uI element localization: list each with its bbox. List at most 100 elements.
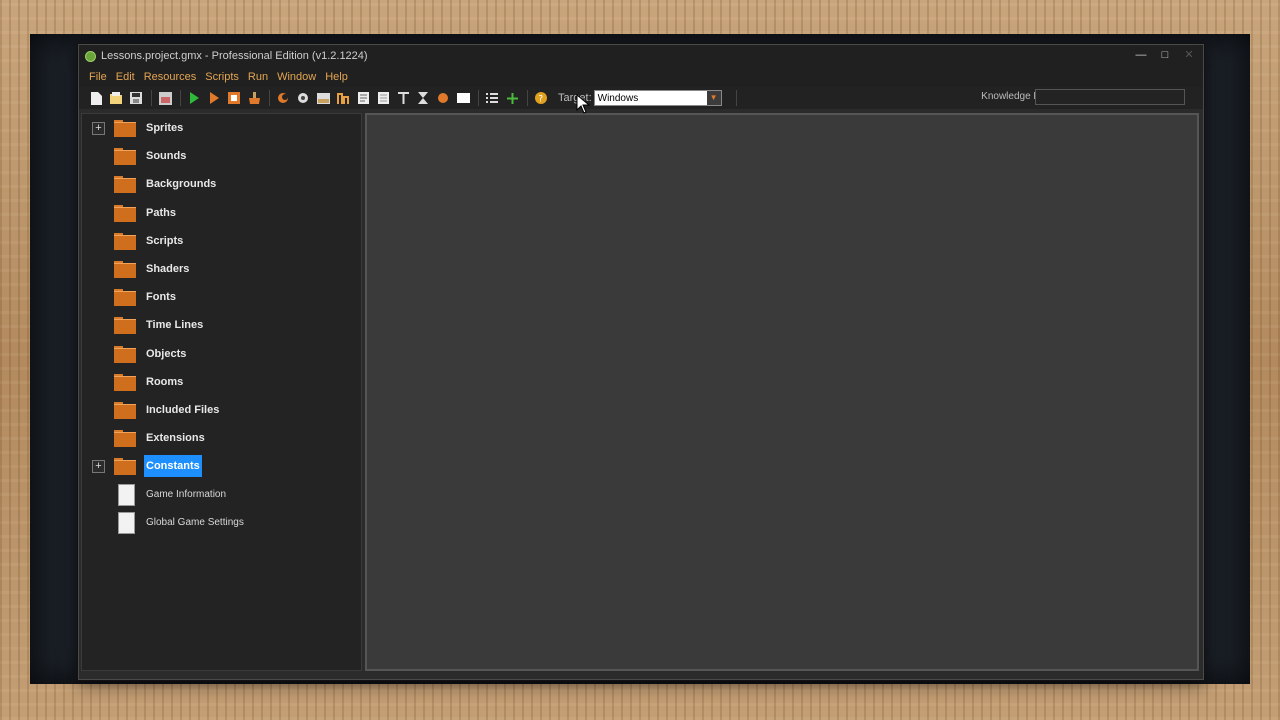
target-select-value: Windows	[597, 92, 639, 104]
tree-item[interactable]: Included Files	[82, 399, 361, 421]
sound-icon[interactable]	[294, 89, 312, 107]
tree-item-label: Game Information	[146, 489, 227, 501]
tree-item-label: Paths	[146, 206, 176, 219]
menu-bar: File Edit Resources Scripts Run Window H…	[79, 67, 1203, 87]
gamemaker-window: Lessons.project.gmx - Professional Editi…	[78, 44, 1204, 680]
game-information-icon[interactable]	[483, 89, 501, 107]
maximize-icon[interactable]: □	[1159, 48, 1171, 62]
toolbar-separator	[527, 90, 528, 106]
menu-scripts[interactable]: Scripts	[205, 71, 239, 83]
folder-icon	[114, 120, 136, 137]
menu-edit[interactable]: Edit	[116, 71, 135, 83]
toolbar-separator	[735, 90, 737, 106]
new-project-icon[interactable]	[87, 89, 105, 107]
tree-item[interactable]: Global Game Settings	[82, 511, 361, 534]
window-controls: — □ ✕	[1135, 48, 1195, 62]
save-project-icon[interactable]	[127, 89, 145, 107]
timeline-icon[interactable]	[414, 89, 432, 107]
info-document-icon	[118, 483, 135, 506]
background-icon[interactable]	[314, 89, 332, 107]
tree-item[interactable]: Rooms	[82, 371, 361, 393]
close-icon[interactable]: ✕	[1183, 48, 1195, 62]
open-project-icon[interactable]	[107, 89, 125, 107]
tree-item-label: Backgrounds	[146, 178, 217, 191]
tree-item[interactable]: Sounds	[82, 145, 361, 167]
tree-item-label: Objects	[146, 347, 187, 360]
tree-item[interactable]: Backgrounds	[82, 173, 361, 195]
run-icon[interactable]	[185, 89, 203, 107]
tree-item-label: Extensions	[146, 432, 205, 445]
folder-icon	[114, 402, 136, 419]
tree-item[interactable]: Extensions	[82, 427, 361, 449]
gamemaker-logo-icon	[85, 50, 96, 62]
tree-item-label: Scripts	[146, 234, 184, 247]
mouse-cursor-icon	[576, 94, 590, 114]
folder-icon	[114, 232, 136, 250]
folder-icon	[114, 289, 136, 307]
tree-item[interactable]: + Sprites	[82, 117, 361, 139]
tree-item-label: Sprites	[146, 122, 184, 134]
menu-window[interactable]: Window	[277, 71, 316, 83]
font-icon[interactable]	[394, 89, 412, 107]
folder-icon	[114, 373, 136, 391]
minimize-icon[interactable]: —	[1135, 48, 1147, 62]
tree-item[interactable]: Fonts	[82, 286, 361, 308]
tree-item-label: Shaders	[146, 263, 190, 275]
room-icon[interactable]	[454, 89, 472, 107]
menu-resources[interactable]: Resources	[144, 71, 197, 83]
tree-item[interactable]: Shaders	[82, 258, 361, 280]
chevron-down-icon[interactable]: ▼	[706, 91, 721, 105]
menu-file[interactable]: File	[89, 71, 107, 83]
window-title: Lessons.project.gmx - Professional Editi…	[101, 50, 368, 62]
tree-item[interactable]: Objects	[82, 343, 361, 365]
tree-item-label: Time Lines	[146, 319, 204, 332]
toolbar-separator	[478, 90, 479, 106]
folder-icon	[114, 458, 136, 476]
script-icon[interactable]	[354, 89, 372, 107]
tree-item-label: Included Files	[146, 404, 220, 416]
shader-icon[interactable]	[374, 89, 392, 107]
tree-item-label: Rooms	[146, 375, 184, 388]
tree-item[interactable]: Scripts	[82, 230, 361, 252]
clean-icon[interactable]	[245, 89, 263, 107]
folder-icon	[114, 261, 136, 278]
tree-item[interactable]: Paths	[82, 202, 361, 224]
settings-document-icon	[118, 511, 135, 534]
folder-icon	[114, 345, 136, 363]
tree-item[interactable]: + Constants	[82, 455, 361, 478]
wood-frame-left	[0, 0, 30, 720]
tree-item[interactable]: Time Lines	[82, 314, 361, 336]
object-icon[interactable]	[434, 89, 452, 107]
folder-icon	[114, 148, 136, 166]
create-executable-icon[interactable]	[156, 89, 174, 107]
tree-item-label: Constants	[144, 455, 202, 478]
folder-icon	[114, 204, 136, 222]
wood-frame-bottom	[0, 682, 1280, 720]
toolbar-separator	[151, 90, 152, 106]
main-workspace	[365, 113, 1199, 671]
folder-icon	[114, 430, 136, 448]
stop-icon[interactable]	[225, 89, 243, 107]
help-icon[interactable]: ?	[532, 89, 550, 107]
sprite-icon[interactable]	[274, 89, 292, 107]
menu-run[interactable]: Run	[248, 71, 268, 83]
expand-icon[interactable]: +	[92, 121, 105, 135]
target-select[interactable]: Windows ▼	[593, 90, 722, 106]
toolbar-separator	[269, 90, 270, 106]
tree-item-label: Sounds	[146, 150, 187, 163]
knowledge-base-input[interactable]	[1035, 89, 1185, 105]
expand-icon[interactable]: +	[92, 459, 105, 473]
folder-icon	[114, 317, 136, 335]
tree-item[interactable]: Game Information	[82, 483, 361, 506]
svg-text:?: ?	[538, 95, 543, 105]
path-icon[interactable]	[334, 89, 352, 107]
menu-help[interactable]: Help	[325, 71, 348, 83]
debug-icon[interactable]	[205, 89, 223, 107]
resource-tree: + Sprites Sounds Backgrounds Paths Scripts Sha…	[81, 113, 362, 671]
wood-frame-top	[0, 0, 1280, 36]
tree-item-label: Global Game Settings	[146, 517, 244, 529]
wood-frame-right	[1250, 0, 1280, 720]
global-settings-icon[interactable]	[503, 89, 521, 107]
title-bar: Lessons.project.gmx - Professional Editi…	[79, 45, 1203, 67]
folder-icon	[114, 176, 136, 194]
